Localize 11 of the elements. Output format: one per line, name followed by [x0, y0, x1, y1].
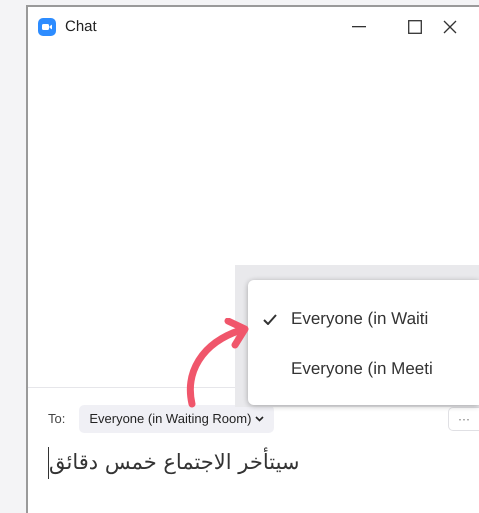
message-input[interactable]: سيتأخر الاجتماع خمس دقائق — [48, 447, 479, 478]
maximize-icon — [408, 20, 422, 34]
minimize-icon — [352, 26, 366, 28]
window-title: Chat — [65, 16, 97, 37]
video-camera-icon — [38, 18, 56, 36]
close-icon — [443, 20, 457, 34]
menu-item[interactable]: Everyone (in Waiti — [248, 294, 479, 344]
chevron-down-icon — [255, 416, 264, 422]
to-label: To: — [48, 410, 66, 428]
recipient-dropdown[interactable]: Everyone (in Waiting Room) — [79, 405, 274, 433]
menu-item[interactable]: Everyone (in Meeti — [248, 344, 479, 394]
